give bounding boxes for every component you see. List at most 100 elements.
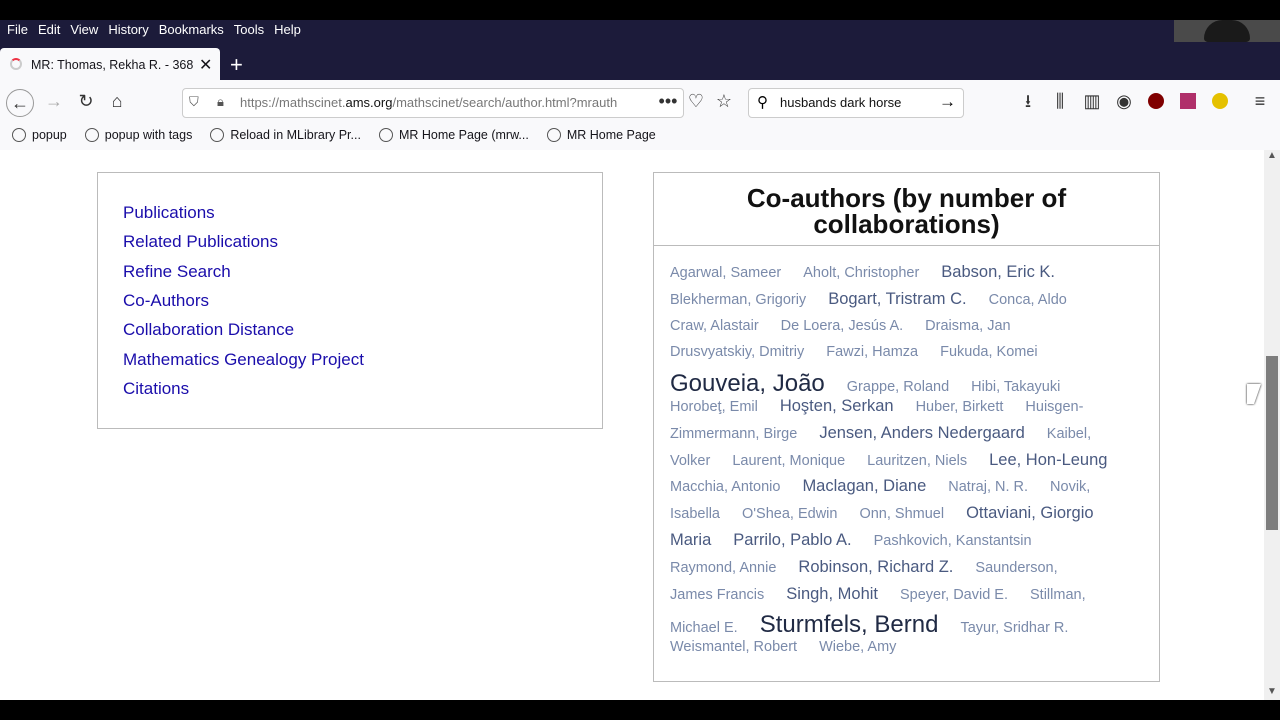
tab-active[interactable]: MR: Thomas, Rekha R. - 36800 ✕: [0, 48, 220, 82]
coauthor-link[interactable]: Tayur, Sridhar R.: [960, 620, 1068, 636]
menu-bookmarks[interactable]: Bookmarks: [154, 20, 229, 40]
coauthor-link[interactable]: Maria: [670, 531, 711, 549]
reload-icon[interactable]: ↻: [72, 89, 100, 113]
menu-view[interactable]: View: [65, 20, 103, 40]
link-co-authors[interactable]: Co-Authors: [123, 291, 209, 311]
coauthor-link[interactable]: Lee, Hon-Leung: [989, 451, 1107, 469]
coauthor-link[interactable]: Pashkovich, Kanstantsin: [874, 533, 1032, 549]
coauthor-link[interactable]: Bogart, Tristram C.: [828, 290, 966, 308]
pocket-icon[interactable]: ♡: [682, 89, 710, 113]
coauthor-link[interactable]: Singh, Mohit: [786, 585, 878, 603]
coauthor-link[interactable]: Weismantel, Robert: [670, 639, 797, 655]
coauthor-cloud-line: Raymond, Annie Robinson, Richard Z. Saunde…: [670, 558, 1080, 577]
coauthor-link[interactable]: Wiebe, Amy: [819, 639, 896, 655]
coauthor-link[interactable]: Michael E.: [670, 620, 738, 636]
coauthor-link[interactable]: De Loera, Jesús A.: [781, 318, 904, 334]
coauthor-link[interactable]: Macchia, Antonio: [670, 479, 780, 495]
coauthor-cloud-line: Isabella O'Shea, Edwin Onn, Shmuel Ottavian…: [670, 504, 1116, 523]
hamburger-menu-icon[interactable]: ≡: [1246, 89, 1274, 113]
download-icon[interactable]: ⭳: [1014, 89, 1042, 113]
scroll-up-icon[interactable]: ▲: [1267, 150, 1277, 161]
coauthor-link[interactable]: Fawzi, Hamza: [826, 344, 918, 360]
account-icon[interactable]: ◉: [1110, 89, 1138, 113]
coauthor-link[interactable]: Huber, Birkett: [916, 399, 1004, 415]
menu-history[interactable]: History: [103, 20, 153, 40]
coauthor-link[interactable]: Jensen, Anders Nedergaard: [819, 424, 1024, 442]
coauthor-link[interactable]: Drusvyatskiy, Dmitriy: [670, 344, 804, 360]
search-go-icon[interactable]: →: [939, 92, 956, 112]
coauthor-link[interactable]: Ottaviani, Giorgio: [966, 504, 1093, 522]
bookmark-item[interactable]: MR Home Page (mrw...: [378, 128, 529, 142]
coauthor-link[interactable]: Stillman,: [1030, 587, 1086, 603]
search-box[interactable]: ⚲ husbands dark horse →: [748, 88, 964, 118]
coauthor-link[interactable]: Parrilo, Pablo A.: [733, 531, 851, 549]
coauthor-link[interactable]: Sturmfels, Bernd: [760, 611, 939, 638]
coauthor-link[interactable]: Gouveia, João: [670, 370, 825, 397]
coauthor-link[interactable]: Saunderson,: [975, 560, 1057, 576]
coauthor-link[interactable]: Lauritzen, Niels: [867, 453, 967, 469]
url-bar[interactable]: ⛉ 🔒︎ https://mathscinet.ams.org/mathscin…: [182, 88, 684, 118]
shield-icon: ⛉: [189, 94, 199, 109]
coauthor-link[interactable]: Speyer, David E.: [900, 587, 1008, 603]
bookmark-star-icon[interactable]: ☆: [710, 89, 738, 113]
menu-edit[interactable]: Edit: [33, 20, 65, 40]
coauthor-link[interactable]: Craw, Alastair: [670, 318, 759, 334]
menu-file[interactable]: File: [2, 20, 33, 40]
coauthor-link[interactable]: Huisgen-: [1025, 399, 1083, 415]
home-icon[interactable]: ⌂: [103, 89, 131, 113]
coauthor-link[interactable]: Laurent, Monique: [732, 453, 845, 469]
coauthor-link[interactable]: Onn, Shmuel: [859, 506, 944, 522]
coauthor-link[interactable]: Hibi, Takayuki: [971, 379, 1060, 395]
extension-circle-icon[interactable]: [1212, 93, 1228, 109]
scroll-down-icon[interactable]: ▼: [1267, 686, 1277, 697]
link-related-publications[interactable]: Related Publications: [123, 232, 278, 252]
coauthor-link[interactable]: Kaibel,: [1047, 426, 1091, 442]
coauthor-link[interactable]: Maclagan, Diane: [802, 477, 926, 495]
coauthor-link[interactable]: Draisma, Jan: [925, 318, 1010, 334]
bookmark-item[interactable]: Reload in MLibrary Pr...: [210, 128, 361, 142]
close-tab-icon[interactable]: ✕: [199, 55, 212, 75]
coauthor-link[interactable]: Blekherman, Grigoriy: [670, 292, 806, 308]
scrollbar[interactable]: ▲ ▼: [1264, 150, 1280, 700]
coauthor-link[interactable]: Novik,: [1050, 479, 1090, 495]
coauthor-link[interactable]: O'Shea, Edwin: [742, 506, 837, 522]
bookmark-item[interactable]: MR Home Page: [546, 128, 656, 142]
bookmark-item[interactable]: popup with tags: [84, 128, 192, 142]
link-collaboration-distance[interactable]: Collaboration Distance: [123, 320, 294, 340]
coauthors-title-line1: Co-authors (by number of: [746, 183, 1067, 213]
coauthor-link[interactable]: Isabella: [670, 506, 720, 522]
coauthor-link[interactable]: Volker: [670, 453, 710, 469]
coauthor-link[interactable]: Zimmermann, Birge: [670, 426, 797, 442]
coauthor-link[interactable]: James Francis: [670, 587, 764, 603]
link-mathematics-genealogy-project[interactable]: Mathematics Genealogy Project: [123, 350, 364, 370]
coauthor-link[interactable]: Agarwal, Sameer: [670, 265, 781, 281]
coauthor-link[interactable]: Aholt, Christopher: [803, 265, 919, 281]
coauthor-link[interactable]: Fukuda, Komei: [940, 344, 1038, 360]
link-refine-search[interactable]: Refine Search: [123, 262, 231, 282]
ublock-icon[interactable]: [1148, 93, 1164, 109]
link-citations[interactable]: Citations: [123, 379, 189, 399]
menu-help[interactable]: Help: [269, 20, 306, 40]
sidebar-icon[interactable]: ▥: [1078, 89, 1106, 113]
coauthor-link[interactable]: Natraj, N. R.: [948, 479, 1028, 495]
scrollbar-thumb[interactable]: [1266, 356, 1278, 530]
coauthor-link[interactable]: Horobeţ, Emil: [670, 399, 758, 415]
back-icon[interactable]: ←: [6, 89, 34, 117]
forward-icon[interactable]: →: [40, 89, 68, 113]
coauthor-link[interactable]: Hoşten, Serkan: [780, 397, 894, 415]
coauthor-link[interactable]: Raymond, Annie: [670, 560, 776, 576]
link-publications[interactable]: Publications: [123, 203, 215, 223]
search-input[interactable]: husbands dark horse: [780, 95, 901, 110]
coauthor-link[interactable]: Grappe, Roland: [847, 379, 949, 395]
coauthors-title: Co-authors (by number of collaborations): [654, 173, 1159, 246]
menu-tools[interactable]: Tools: [229, 20, 269, 40]
new-tab-button[interactable]: +: [230, 52, 243, 78]
library-icon[interactable]: ⫼: [1046, 89, 1074, 113]
bookmark-item[interactable]: popup: [12, 128, 67, 142]
coauthor-link[interactable]: Babson, Eric K.: [941, 263, 1055, 281]
page-actions-icon[interactable]: •••: [654, 89, 682, 113]
coauthor-link[interactable]: Conca, Aldo: [989, 292, 1067, 308]
extension-icon[interactable]: [1180, 93, 1196, 109]
bookmark-label: MR Home Page (mrw...: [398, 128, 529, 142]
coauthor-link[interactable]: Robinson, Richard Z.: [798, 558, 953, 576]
